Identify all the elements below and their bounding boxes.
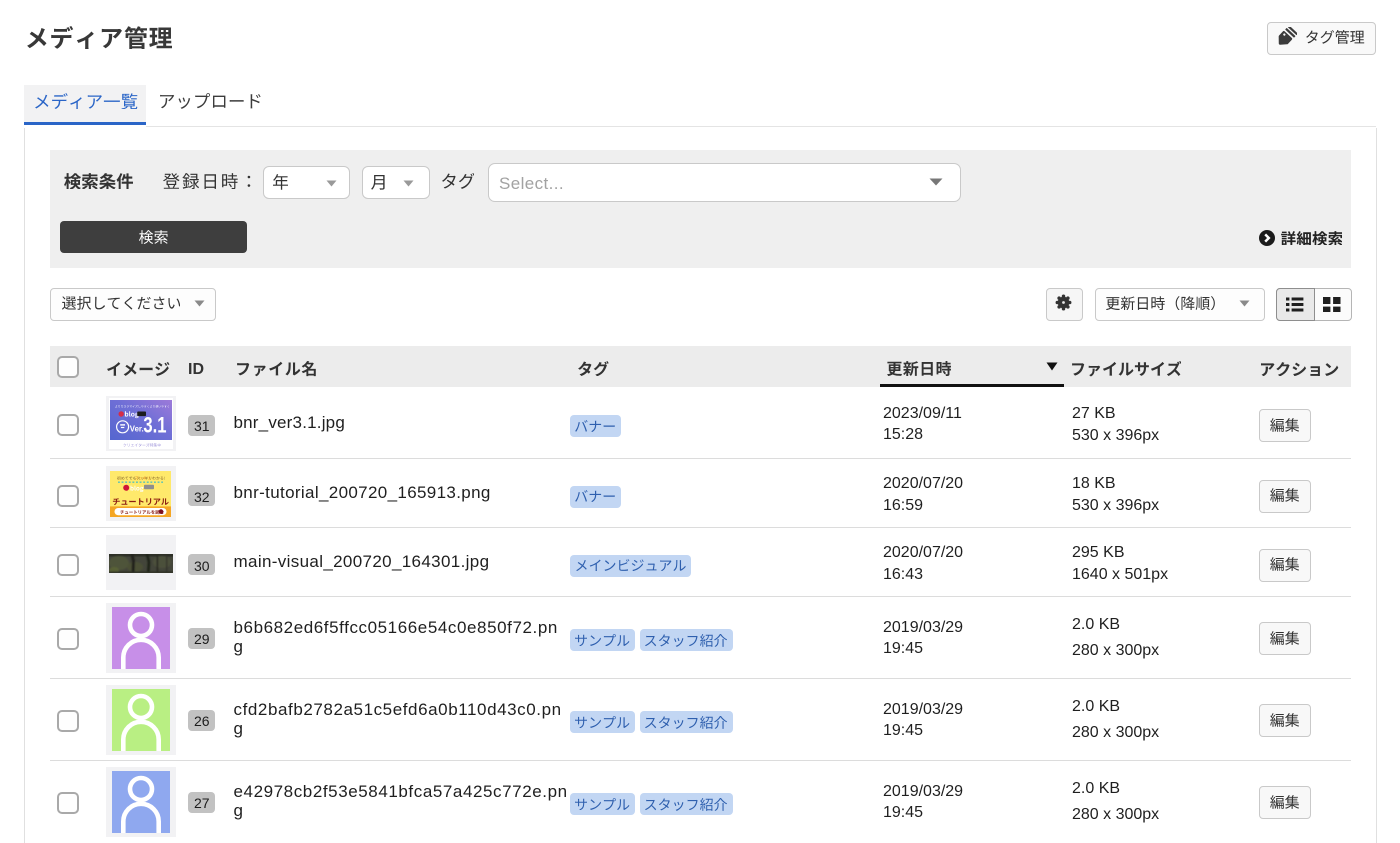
svg-text:Ver.: Ver. [130, 424, 144, 433]
svg-text:3.1: 3.1 [143, 413, 166, 438]
